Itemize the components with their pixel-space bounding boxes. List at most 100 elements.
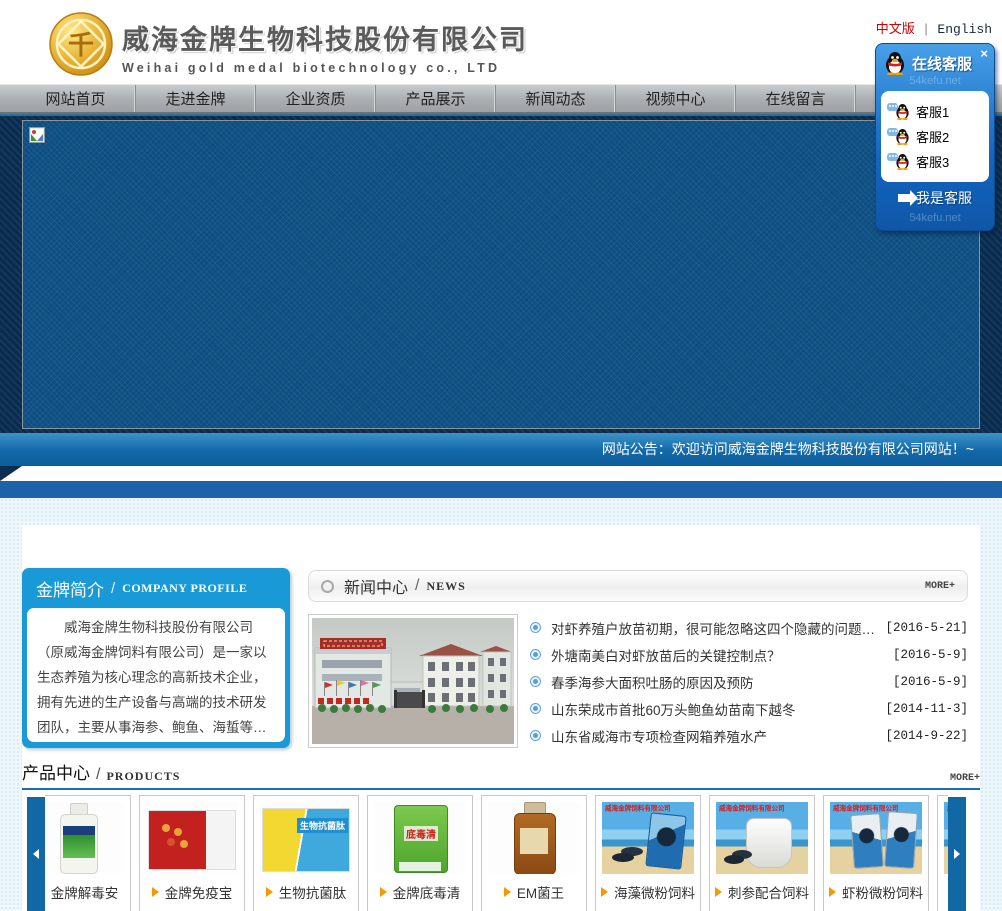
product-label: EM菌王	[482, 882, 586, 902]
nav-item[interactable]: 网站首页	[16, 85, 136, 112]
nav-item[interactable]: 在线留言	[736, 85, 856, 112]
nav-item[interactable]: 走进金牌	[136, 85, 256, 112]
news-bullet-icon	[530, 730, 541, 741]
product-card[interactable]: 底毒清 金牌底毒清	[367, 795, 473, 911]
company-name-block: 威海金牌生物科技股份有限公司 Weihai gold medal biotech…	[122, 18, 528, 75]
carousel-next-button[interactable]	[948, 797, 966, 911]
nav-item-label: 企业资质	[285, 91, 346, 108]
news-item-date: [2014-9-22]	[885, 728, 968, 743]
qq-watermark: 54kefu.net	[909, 75, 961, 87]
product-card[interactable]: 威海金牌饲料有限公司	[937, 795, 948, 911]
chat-bubble-icon	[887, 152, 898, 161]
news-item-date: [2016-5-21]	[885, 620, 968, 635]
lang-english-link[interactable]: English	[937, 22, 992, 37]
news-bullet-icon	[530, 703, 541, 714]
product-label: 刺参配合饲料	[710, 882, 814, 902]
product-card[interactable]: 威海金牌饲料有限公司 虾粉微粉饲料	[823, 795, 929, 911]
news-item-title: 山东荣成市首批60万头鲍鱼幼苗南下越冬	[551, 702, 796, 718]
news-title-divider: /	[415, 577, 420, 594]
left-arrow-icon	[33, 849, 39, 859]
banner	[0, 114, 1002, 433]
divider-bar	[0, 466, 1002, 481]
qq-widget-header: 在线客服	[876, 44, 994, 75]
product-image: 生物抗菌肽	[260, 802, 352, 874]
news-bullet-icon	[530, 649, 541, 660]
nav-item[interactable]: 产品展示	[376, 85, 496, 112]
orange-bullet-icon	[715, 887, 722, 897]
news-item[interactable]: 外塘南美白对虾放苗后的关键控制点？ [2016-5-9]	[530, 641, 968, 668]
close-icon[interactable]: ×	[980, 47, 988, 60]
products-title-en: PRODUCTS	[106, 769, 181, 783]
svg-text:千: 千	[68, 31, 94, 61]
banner-image-placeholder	[22, 120, 980, 429]
broken-image-icon	[29, 127, 45, 143]
orange-bullet-icon	[379, 887, 387, 897]
qq-footer-label: 我是客服	[916, 190, 972, 206]
blue-strip	[0, 481, 1002, 498]
qq-agent-item[interactable]: 客服1	[887, 99, 983, 124]
language-switch: 中文版 | English	[876, 18, 992, 37]
news-photo[interactable]	[308, 614, 518, 748]
qq-agent-label: 客服3	[916, 155, 950, 170]
product-image: 底毒清	[374, 802, 466, 874]
product-card[interactable]: EM菌王	[481, 795, 587, 911]
orange-bullet-icon	[601, 887, 608, 897]
qq-footer-link[interactable]: 我是客服	[876, 184, 994, 212]
news-section-header: 新闻中心 / NEWS MORE+	[308, 570, 968, 602]
product-image	[146, 802, 238, 874]
chat-bubble-icon	[887, 127, 898, 136]
product-label: 金牌底毒清	[368, 882, 472, 902]
announcement-text: 网站公告：欢迎访问威海金牌生物科技股份有限公司网站！~	[601, 441, 974, 457]
qq-agent-item[interactable]: 客服3	[887, 149, 983, 174]
profile-title-divider: /	[111, 579, 116, 597]
news-item-date: [2014-11-3]	[885, 701, 968, 716]
product-card[interactable]: 生物抗菌肽 生物抗菌肽	[253, 795, 359, 911]
product-card[interactable]: 金牌解毒安	[45, 795, 131, 911]
products-more-link[interactable]: MORE+	[950, 773, 980, 784]
product-name: 海藻微粉饲料	[614, 886, 695, 901]
main-nav: 网站首页 走进金牌 企业资质 产品展示 新闻动态 视频中心 在线留言	[0, 84, 1002, 114]
product-image: 威海金牌饲料有限公司	[716, 802, 808, 874]
product-card[interactable]: 金牌免疫宝	[139, 795, 245, 911]
news-more-link[interactable]: MORE+	[925, 581, 955, 592]
product-package-text: 威海金牌饲料有限公司	[605, 804, 671, 813]
news-title-en: NEWS	[426, 578, 466, 593]
product-label: 金牌免疫宝	[140, 882, 244, 902]
corner-fold	[0, 466, 22, 481]
product-card[interactable]: 威海金牌饲料有限公司 刺参配合饲料	[709, 795, 815, 911]
news-item[interactable]: 山东省威海市专项检查网箱养殖水产 [2014-9-22]	[530, 722, 968, 749]
lang-chinese-link[interactable]: 中文版	[876, 21, 915, 36]
qq-agent-item[interactable]: 客服2	[887, 124, 983, 149]
product-package-text	[63, 826, 95, 858]
news-item-title: 对虾养殖户放苗初期，很可能忽略这四个隐藏的问题…	[551, 621, 875, 637]
nav-item-label: 网站首页	[45, 91, 106, 108]
news-item[interactable]: 对虾养殖户放苗初期，很可能忽略这四个隐藏的问题… [2016-5-21]	[530, 614, 968, 641]
lang-divider: |	[924, 21, 928, 36]
products-carousel: 金牌解毒安 金牌免疫宝 生物抗菌肽 生物抗菌肽 底毒清 金牌底毒清 EM菌王 威…	[22, 795, 980, 911]
product-package-text: 威海金牌饲料有限公司	[947, 804, 948, 813]
products-title-cn: 产品中心	[22, 764, 90, 783]
news-item-date: [2016-5-9]	[892, 674, 968, 689]
nav-item[interactable]: 新闻动态	[496, 85, 616, 112]
product-name: 金牌免疫宝	[164, 886, 233, 901]
news-item[interactable]: 山东荣成市首批60万头鲍鱼幼苗南下越冬 [2014-11-3]	[530, 695, 968, 722]
nav-item[interactable]: 视频中心	[616, 85, 736, 112]
company-profile-header: 金牌简介 / COMPANY PROFILE	[22, 568, 290, 608]
carousel-prev-button[interactable]	[27, 797, 45, 911]
news-item[interactable]: 春季海参大面积吐肠的原因及预防 [2016-5-9]	[530, 668, 968, 695]
nav-item-label: 产品展示	[405, 91, 466, 108]
right-arrow-icon	[954, 849, 960, 859]
product-package-text: 威海金牌饲料有限公司	[719, 804, 785, 813]
factory-photo-illustration	[312, 618, 514, 744]
nav-item[interactable]: 企业资质	[256, 85, 376, 112]
news-title-cn: 新闻中心	[344, 580, 409, 597]
company-logo-icon: 千	[48, 11, 114, 77]
news-item-date: [2016-5-9]	[892, 647, 968, 662]
product-name: EM菌王	[516, 886, 565, 901]
product-package-text	[520, 828, 548, 854]
orange-bullet-icon	[265, 887, 273, 897]
product-image	[488, 802, 580, 874]
product-card[interactable]: 威海金牌饲料有限公司 海藻微粉饲料	[595, 795, 701, 911]
product-package-text: 生物抗菌肽	[296, 818, 348, 833]
news-bullet-icon	[530, 622, 541, 633]
